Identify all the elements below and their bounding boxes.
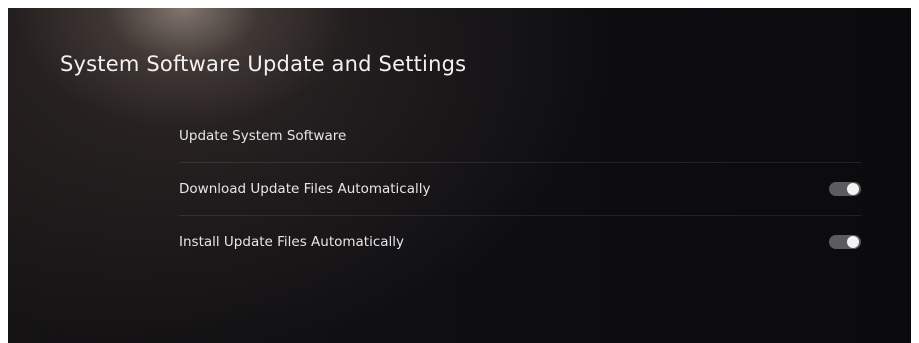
toggle-knob — [847, 183, 859, 195]
download-updates-toggle[interactable] — [829, 182, 861, 196]
update-system-software-item[interactable]: Update System Software — [179, 110, 861, 163]
update-system-software-label: Update System Software — [179, 128, 347, 144]
download-update-files-automatically-label: Download Update Files Automatically — [179, 181, 431, 197]
install-updates-toggle[interactable] — [829, 235, 861, 249]
settings-list: Update System Software Download Update F… — [179, 110, 861, 268]
download-update-files-automatically-item[interactable]: Download Update Files Automatically — [179, 163, 861, 216]
toggle-knob — [847, 236, 859, 248]
ps5-settings-screen: System Software Update and Settings Upda… — [8, 8, 911, 343]
page-title: System Software Update and Settings — [60, 52, 467, 76]
install-update-files-automatically-label: Install Update Files Automatically — [179, 234, 405, 250]
install-update-files-automatically-item[interactable]: Install Update Files Automatically — [179, 216, 861, 268]
